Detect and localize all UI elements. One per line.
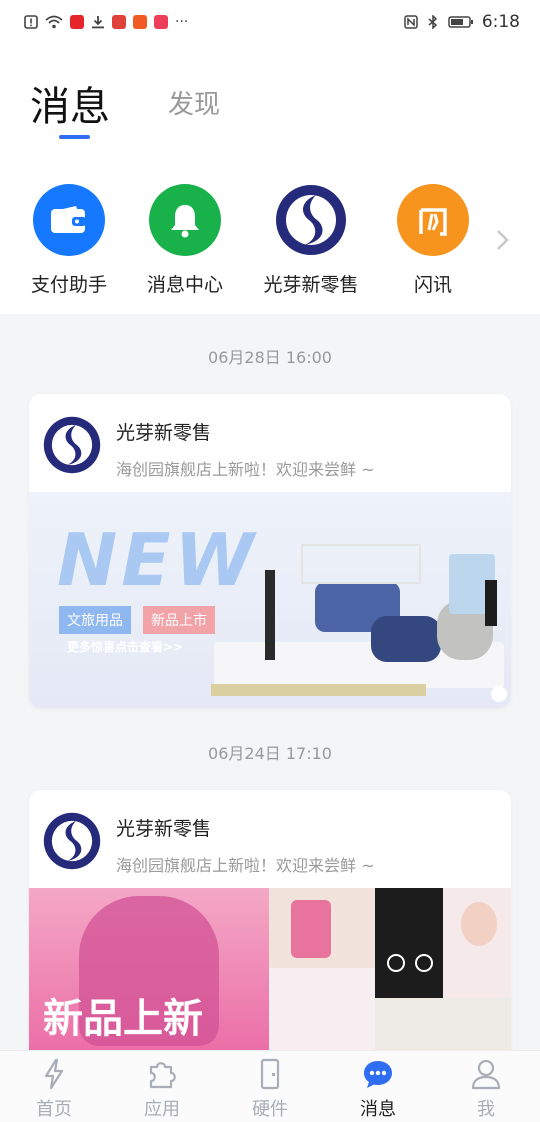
frame-decoration: [301, 544, 421, 584]
message-card[interactable]: 光芽新零售 海创园旗舰店上新啦！欢迎来尝鲜 ~ NEW 文旅用品 新品上市 更多…: [29, 394, 511, 708]
active-tab-indicator: [59, 135, 90, 139]
tab-messages[interactable]: 消息: [30, 74, 110, 132]
promo-banner-new[interactable]: NEW 文旅用品 新品上市 更多惊喜点击查看>>: [29, 492, 511, 708]
message-timestamp: 06月24日 17:10: [208, 744, 332, 763]
message-feed[interactable]: 06月28日 16:00 光芽新零售 海创园旗舰店上新啦！欢迎来尝鲜 ~ NEW…: [0, 314, 540, 1050]
status-bar-notifications: ···: [24, 14, 188, 30]
nfc-icon: [404, 15, 418, 29]
message-text: 海创园旗舰店上新啦！欢迎来尝鲜 ~: [116, 460, 375, 479]
card-header: 光芽新零售 海创园旗舰店上新啦！欢迎来尝鲜 ~: [29, 394, 511, 492]
wallet-icon: [33, 184, 105, 256]
accessory-tile: [269, 968, 375, 1050]
nav-label: 应用: [144, 1099, 180, 1120]
message-card[interactable]: 光芽新零售 海创园旗舰店上新啦！欢迎来尝鲜 ~ 新品上新: [29, 790, 511, 1050]
shortcut-label: 消息中心: [146, 274, 223, 296]
shortcut-payment-assistant[interactable]: 支付助手: [14, 184, 124, 297]
video-app-icon: [70, 15, 84, 29]
sender-name: 光芽新零售: [116, 818, 212, 840]
sender-name: 光芽新零售: [116, 422, 212, 444]
bottle-product: [291, 900, 331, 958]
selfie-stick-product: [265, 570, 275, 660]
banner-headline: NEW: [57, 518, 258, 602]
nav-home[interactable]: 首页: [9, 1057, 99, 1121]
person-icon: [471, 1059, 501, 1090]
nav-messages[interactable]: 消息: [333, 1057, 423, 1121]
guangya-avatar-icon: [43, 416, 101, 474]
banner-tag-new: 新品上市: [143, 606, 215, 634]
nav-label: 首页: [36, 1099, 72, 1120]
shortcut-label: 支付助手: [30, 274, 107, 296]
alert-icon: [24, 15, 38, 29]
bell-icon: [149, 184, 221, 256]
bottle-product: [485, 580, 497, 626]
message-text: 海创园旗舰店上新啦！欢迎来尝鲜 ~: [116, 856, 375, 875]
status-bar-system: 6:18: [404, 12, 520, 32]
guangya-logo-icon: [275, 184, 347, 256]
message-timestamp: 06月28日 16:00: [208, 348, 332, 367]
battery-icon: [448, 16, 473, 28]
shortcut-guangya-retail[interactable]: 光芽新零售: [256, 184, 366, 297]
reader-app-icon: [154, 15, 168, 29]
guangya-avatar-icon: [43, 812, 101, 870]
earring-left: [387, 954, 405, 972]
earring-tile: [375, 888, 443, 998]
shortcut-label: 光芽新零售: [263, 274, 359, 296]
nav-apps[interactable]: 应用: [117, 1057, 207, 1121]
status-bar: ··· 6:18: [0, 0, 540, 44]
chevron-right-icon[interactable]: [490, 228, 514, 252]
bottom-navigation: 首页 应用 硬件 消息 我: [0, 1050, 540, 1122]
banner-cta: 更多惊喜点击查看>>: [67, 640, 184, 654]
nav-label: 消息: [360, 1099, 396, 1120]
shortcut-message-center[interactable]: 消息中心: [130, 184, 240, 297]
decor-ball: [491, 686, 507, 702]
door-icon: [260, 1058, 280, 1090]
puzzle-icon: [149, 1062, 176, 1089]
shanxun-icon: [397, 184, 469, 256]
wifi-icon: [45, 15, 63, 29]
play-app-icon: [133, 15, 147, 29]
banner-tag-culture: 文旅用品: [59, 606, 131, 634]
product-tile-bottom: [375, 998, 511, 1050]
lightning-icon: [44, 1058, 64, 1090]
eye-mask-product: [371, 616, 441, 662]
shortcut-label: 闪讯: [413, 274, 452, 296]
nav-label: 我: [477, 1099, 495, 1120]
clock: 6:18: [481, 12, 520, 32]
nav-hardware[interactable]: 硬件: [225, 1057, 315, 1121]
more-notifications: ···: [175, 14, 189, 30]
earring-right: [415, 954, 433, 972]
stand-base: [211, 684, 426, 696]
bluetooth-icon: [428, 15, 437, 29]
shortcut-row: 支付助手 消息中心 光芽新零售 闪讯: [0, 154, 540, 314]
chat-bubble-icon: [364, 1061, 392, 1088]
shortcut-shanxun[interactable]: 闪讯: [378, 184, 488, 297]
nav-me[interactable]: 我: [441, 1057, 531, 1121]
app-notification-icon: [112, 15, 126, 29]
page-header: 消息 发现: [0, 44, 540, 154]
promo-banner-new-arrivals[interactable]: 新品上新: [29, 888, 511, 1050]
banner-headline: 新品上新: [43, 996, 203, 1042]
model-face: [461, 902, 497, 946]
download-icon: [92, 16, 104, 29]
nav-label: 硬件: [252, 1099, 288, 1120]
card-header: 光芽新零售 海创园旗舰店上新啦！欢迎来尝鲜 ~: [29, 790, 511, 888]
tab-discover[interactable]: 发现: [168, 84, 220, 121]
